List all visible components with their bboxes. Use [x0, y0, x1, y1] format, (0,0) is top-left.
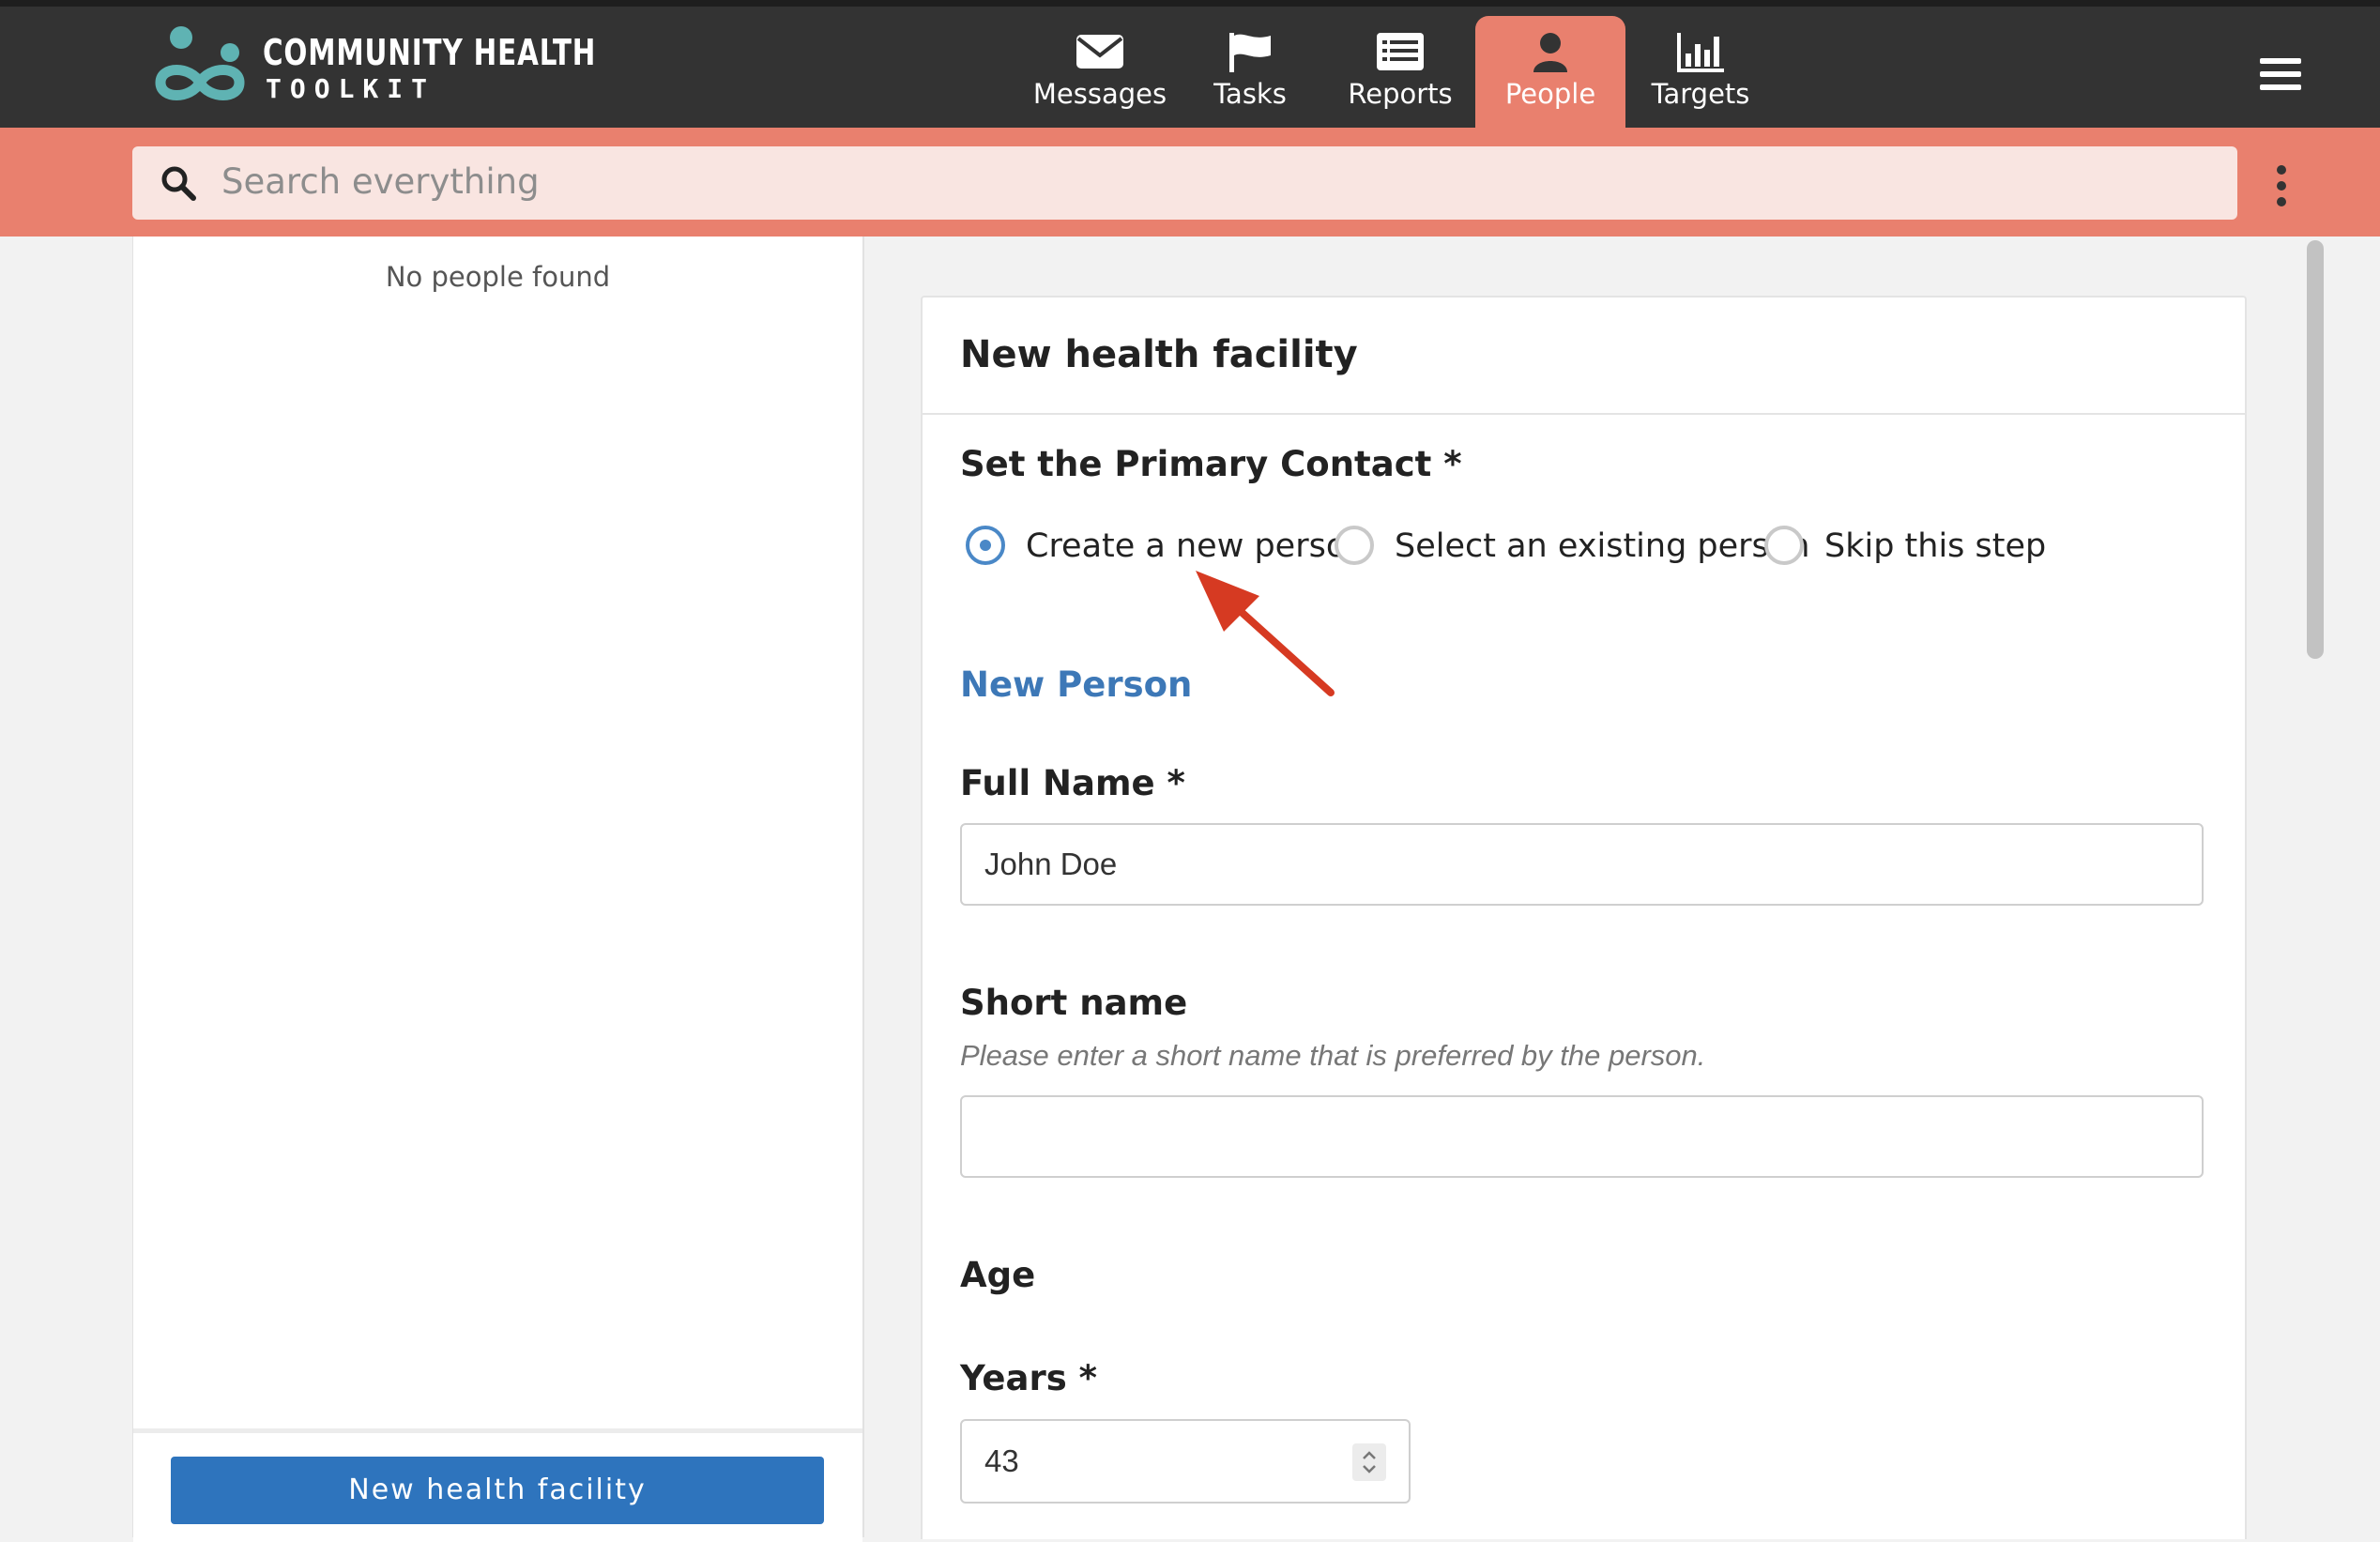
scrollbar-thumb[interactable]: [2307, 240, 2324, 659]
years-value: 43: [984, 1443, 1019, 1478]
short-name-field[interactable]: [960, 1095, 2204, 1178]
tab-label: Messages: [1032, 78, 1167, 110]
radio-label: Create a new person: [1026, 527, 1367, 565]
form-title: New health facility: [960, 333, 1358, 376]
top-edge: [0, 0, 2380, 7]
radio-circle: [1335, 526, 1374, 565]
search-input[interactable]: Search everything: [132, 146, 2237, 220]
tab-targets[interactable]: Targets: [1625, 16, 1776, 128]
number-stepper[interactable]: [1352, 1443, 1386, 1481]
new-person-section-title: New Person: [960, 664, 1193, 705]
people-list-panel: No people found New health facility: [132, 237, 864, 1542]
radio-circle: [1764, 526, 1804, 565]
hamburger-menu-icon[interactable]: [2260, 58, 2301, 91]
primary-contact-label: Set the Primary Contact *: [960, 444, 1462, 484]
age-label: Age: [960, 1255, 1036, 1295]
annotation-arrow-icon: [1196, 571, 1335, 696]
empty-list-message: No people found: [385, 261, 611, 293]
years-number-input[interactable]: 43: [960, 1419, 1411, 1504]
bar-chart-icon: [1677, 33, 1724, 72]
logo-title: COMMUNITY HEALTH: [263, 32, 597, 73]
form-divider: [923, 413, 2245, 415]
app-logo[interactable]: COMMUNITY HEALTH TOOLKIT: [155, 24, 595, 109]
years-label: Years *: [960, 1358, 1097, 1398]
person-icon: [1533, 33, 1567, 72]
left-panel-footer: New health facility: [133, 1428, 862, 1542]
radio-label: Select an existing person: [1395, 527, 1810, 565]
search-placeholder: Search everything: [221, 161, 540, 202]
full-name-label: Full Name *: [960, 763, 1185, 803]
tab-label: Reports: [1348, 78, 1453, 110]
logo-subtitle: TOOLKIT: [266, 73, 436, 104]
tab-label: Targets: [1651, 78, 1750, 110]
new-facility-form-card: New health facility Set the Primary Cont…: [921, 296, 2247, 1539]
radio-circle: [966, 526, 1005, 565]
full-name-field[interactable]: John Doe: [960, 823, 2204, 906]
tab-label: People: [1504, 78, 1596, 110]
top-navigation-bar: COMMUNITY HEALTH TOOLKIT Messages Tasks …: [0, 0, 2380, 128]
search-icon: [161, 166, 196, 201]
flag-icon: [1229, 33, 1271, 72]
tab-people[interactable]: People: [1475, 16, 1625, 128]
tab-tasks[interactable]: Tasks: [1175, 16, 1325, 128]
envelope-icon: [1076, 35, 1123, 69]
chevron-up-down-icon: [1363, 1451, 1376, 1473]
list-icon: [1377, 33, 1424, 70]
short-name-hint: Please enter a short name that is prefer…: [960, 1039, 1706, 1072]
tab-reports[interactable]: Reports: [1325, 16, 1475, 128]
logo-mark-icon: [155, 26, 245, 100]
tab-label: Tasks: [1213, 78, 1287, 110]
radio-label: Skip this step: [1824, 527, 2047, 565]
vertical-dots-icon[interactable]: [2275, 165, 2288, 206]
page-scrollbar[interactable]: [2305, 237, 2327, 1537]
short-name-label: Short name: [960, 983, 1188, 1023]
tab-messages[interactable]: Messages: [1025, 16, 1175, 128]
new-health-facility-button[interactable]: New health facility: [171, 1457, 824, 1524]
